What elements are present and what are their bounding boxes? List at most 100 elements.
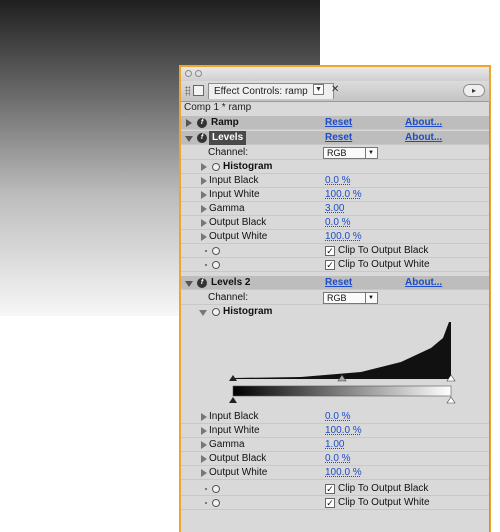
checkbox-label: Clip To Output Black <box>338 483 429 494</box>
expand-triangle-icon[interactable] <box>201 455 207 463</box>
clip-black-checkbox[interactable]: ✓ <box>325 484 335 494</box>
histogram-panel <box>181 320 489 410</box>
expand-triangle-icon[interactable] <box>201 219 207 227</box>
close-window-button[interactable] <box>185 70 192 77</box>
property-row-channel: Channel: RGB ▼ <box>181 146 489 160</box>
expand-triangle-icon[interactable] <box>201 427 207 435</box>
property-row-output-black: Output Black 0.0 % <box>181 216 489 230</box>
expand-triangle-icon[interactable] <box>186 119 192 127</box>
stopwatch-icon[interactable] <box>212 485 220 493</box>
expand-triangle-icon[interactable] <box>201 177 207 185</box>
property-label: Histogram <box>223 306 273 317</box>
expand-triangle-icon[interactable] <box>201 441 207 449</box>
property-row-output-white: Output White 100.0 % <box>181 466 489 480</box>
about-link[interactable]: About... <box>405 131 442 145</box>
stopwatch-icon[interactable] <box>212 308 220 316</box>
indent-dot <box>205 502 207 504</box>
output-gradient-bar <box>232 385 452 397</box>
close-tab-icon[interactable]: ✕ <box>331 84 339 95</box>
property-label: Input Black <box>209 175 259 186</box>
panel-scrollbar[interactable] <box>489 102 490 532</box>
property-label: Gamma <box>209 439 245 450</box>
effect-row-levels-2[interactable]: f Levels 2 Reset About... <box>181 276 489 290</box>
property-value[interactable]: 0.0 % <box>325 174 351 188</box>
tab-title: Effect Controls: ramp <box>214 86 308 97</box>
property-value[interactable]: 100.0 % <box>325 188 362 202</box>
histogram-widget[interactable] <box>181 320 489 410</box>
stopwatch-icon[interactable] <box>212 261 220 269</box>
select-value: RGB <box>327 293 347 303</box>
property-value[interactable]: 0.0 % <box>325 216 351 230</box>
effect-name: Ramp <box>211 117 239 128</box>
property-value[interactable]: 3.00 <box>325 202 344 216</box>
effect-row-ramp[interactable]: f Ramp Reset About... <box>181 116 489 130</box>
fx-toggle-icon[interactable]: f <box>197 133 207 143</box>
property-row-input-black: Input Black 0.0 % <box>181 174 489 188</box>
property-row-histogram: Histogram <box>181 160 489 174</box>
property-label: Output White <box>209 231 268 242</box>
property-row-gamma: Gamma 1.00 <box>181 438 489 452</box>
checkbox-label: Clip To Output White <box>338 259 430 270</box>
property-row-clip-black: ✓ Clip To Output Black <box>181 482 489 496</box>
expand-triangle-icon[interactable] <box>201 469 207 477</box>
expand-triangle-icon[interactable] <box>201 205 207 213</box>
panel-menu-button[interactable]: ▸ <box>463 84 485 97</box>
property-row-output-black: Output Black 0.0 % <box>181 452 489 466</box>
reset-link[interactable]: Reset <box>325 131 352 145</box>
property-label: Output Black <box>209 453 267 464</box>
fx-toggle-icon[interactable]: f <box>197 118 207 128</box>
collapse-triangle-icon[interactable] <box>185 136 193 142</box>
lock-icon[interactable] <box>193 85 204 96</box>
property-label: Input Black <box>209 411 259 422</box>
property-row-clip-white: ✓ Clip To Output White <box>181 496 489 510</box>
chevron-down-icon: ▼ <box>365 148 376 158</box>
expand-triangle-icon[interactable] <box>201 413 207 421</box>
property-row-input-white: Input White 100.0 % <box>181 188 489 202</box>
property-row-clip-white: ✓ Clip To Output White <box>181 258 489 272</box>
channel-select[interactable]: RGB ▼ <box>323 147 378 159</box>
reset-link[interactable]: Reset <box>325 116 352 130</box>
property-value[interactable]: 100.0 % <box>325 424 362 438</box>
zoom-window-button[interactable] <box>195 70 202 77</box>
output-black-slider-icon <box>229 397 237 403</box>
output-white-slider-icon <box>446 396 456 404</box>
property-label: Input White <box>209 425 260 436</box>
property-row-input-white: Input White 100.0 % <box>181 424 489 438</box>
expand-triangle-icon[interactable] <box>201 191 207 199</box>
histogram-graph <box>233 322 451 378</box>
about-link[interactable]: About... <box>405 276 442 290</box>
reset-link[interactable]: Reset <box>325 276 352 290</box>
stopwatch-icon[interactable] <box>212 499 220 507</box>
clip-white-checkbox[interactable]: ✓ <box>325 260 335 270</box>
tab-dropdown-button[interactable]: ▼ <box>313 84 324 95</box>
panel-titlebar <box>179 65 491 81</box>
property-label: Channel: <box>208 292 249 303</box>
channel-select[interactable]: RGB ▼ <box>323 292 378 304</box>
expand-triangle-icon[interactable] <box>201 233 207 241</box>
property-value[interactable]: 0.0 % <box>325 452 351 466</box>
property-label: Channel: <box>208 147 249 158</box>
about-link[interactable]: About... <box>405 116 442 130</box>
collapse-triangle-icon[interactable] <box>199 310 207 316</box>
property-value[interactable]: 100.0 % <box>325 230 362 244</box>
collapse-triangle-icon[interactable] <box>185 281 193 287</box>
clip-white-checkbox[interactable]: ✓ <box>325 498 335 508</box>
effect-name: Levels 2 <box>211 277 251 288</box>
clip-black-checkbox[interactable]: ✓ <box>325 246 335 256</box>
fx-toggle-icon[interactable]: f <box>197 278 207 288</box>
drag-grip-icon[interactable] <box>185 86 190 96</box>
expand-triangle-icon[interactable] <box>201 163 207 171</box>
stopwatch-icon[interactable] <box>212 163 220 171</box>
property-row-gamma: Gamma 3.00 <box>181 202 489 216</box>
stopwatch-icon[interactable] <box>212 247 220 255</box>
property-value[interactable]: 100.0 % <box>325 466 362 480</box>
property-row-channel: Channel: RGB ▼ <box>181 291 489 305</box>
property-row-input-black: Input Black 0.0 % <box>181 410 489 424</box>
tab-bar: Effect Controls: ramp ▼ ✕ ▸ <box>181 81 489 102</box>
property-row-clip-black: ✓ Clip To Output Black <box>181 244 489 258</box>
breadcrumb: Comp 1 * ramp <box>184 102 252 113</box>
indent-dot <box>205 250 207 252</box>
property-value[interactable]: 1.00 <box>325 438 344 452</box>
property-value[interactable]: 0.0 % <box>325 410 351 424</box>
effect-row-levels[interactable]: f Levels Reset About... <box>181 131 489 145</box>
